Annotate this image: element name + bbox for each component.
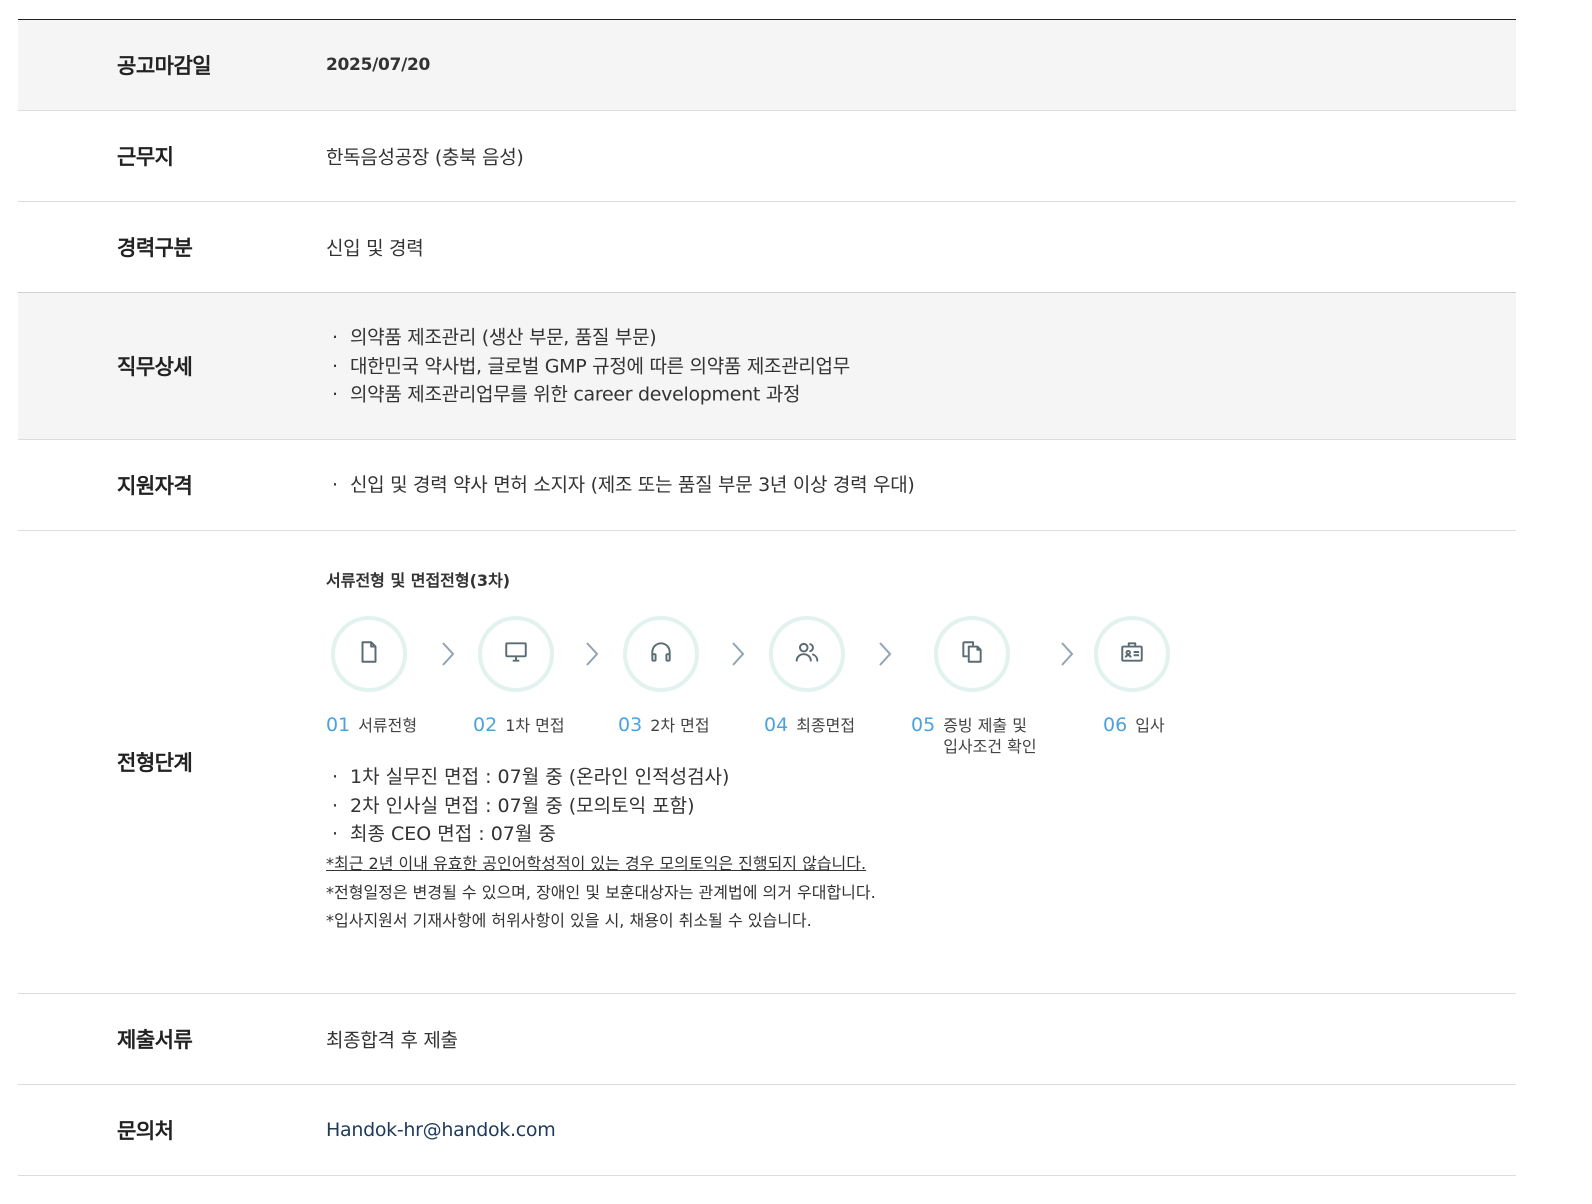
step-number: 01 <box>326 714 351 736</box>
row-documents: 제출서류 최종합격 후 제출 <box>18 994 1516 1085</box>
step-circle <box>1094 616 1170 692</box>
monitor-icon <box>503 639 529 669</box>
step-circle <box>934 616 1010 692</box>
step-circle <box>623 616 699 692</box>
row-label: 경력구분 <box>117 236 193 260</box>
row-duties: 직무상세 의약품 제조관리 (생산 부문, 품질 부문) 대한민국 약사법, 글… <box>18 293 1516 440</box>
job-info-table: 공고마감일 2025/07/20 근무지 한독음성공장 (충북 음성) 경력구분… <box>18 19 1516 1176</box>
row-label: 전형단계 <box>117 751 193 775</box>
people-icon <box>794 639 820 669</box>
step-number: 02 <box>473 714 498 736</box>
chevron-right-icon <box>442 642 455 666</box>
chevron-right-icon <box>1061 642 1074 666</box>
step-label: 02 1차 면접 <box>473 714 565 736</box>
step-text: 2차 면접 <box>650 716 710 735</box>
row-label: 제출서류 <box>117 1028 193 1052</box>
step-text-line: 증빙 제출 및 <box>943 716 1027 735</box>
list-item: 최종 CEO 면접 : 07월 중 <box>326 820 729 849</box>
step-label: 01 서류전형 <box>326 714 417 736</box>
duties-list: 의약품 제조관리 (생산 부문, 품질 부문) 대한민국 약사법, 글로벌 GM… <box>326 323 850 409</box>
step-text: 서류전형 <box>358 716 418 735</box>
step-number: 04 <box>764 714 789 736</box>
step-text: 증빙 제출 및입사조건 확인 <box>943 714 1036 757</box>
list-item: 의약품 제조관리 (생산 부문, 품질 부문) <box>326 323 850 352</box>
step-label: 05 증빙 제출 및입사조건 확인 <box>911 714 1037 757</box>
row-deadline: 공고마감일 2025/07/20 <box>18 20 1516 111</box>
step-text: 최종면접 <box>796 716 856 735</box>
deadline-value: 2025/07/20 <box>326 55 431 75</box>
list-item: 2차 인사실 면접 : 07월 중 (모의토익 포함) <box>326 792 729 821</box>
process-title: 서류전형 및 면접전형(3차) <box>326 571 511 590</box>
note-text: *입사지원서 기재사항에 허위사항이 있을 시, 채용이 취소될 수 있습니다. <box>326 911 812 930</box>
row-label: 공고마감일 <box>117 54 212 78</box>
chevron-right-icon <box>879 642 892 666</box>
headset-icon <box>648 639 674 669</box>
step-text-line: 입사조건 확인 <box>943 737 1037 756</box>
process-notes: *최근 2년 이내 유효한 공인어학성적이 있는 경우 모의토익은 진행되지 않… <box>326 850 876 936</box>
documents-value: 최종합격 후 제출 <box>326 1029 458 1052</box>
list-item: 대한민국 약사법, 글로벌 GMP 규정에 따른 의약품 제조관리업무 <box>326 352 850 381</box>
step-label: 04 최종면접 <box>764 714 855 736</box>
chevron-right-icon <box>586 642 599 666</box>
row-label: 지원자격 <box>117 474 193 498</box>
step-number: 06 <box>1103 714 1128 736</box>
step-label: 06 입사 <box>1103 714 1165 736</box>
row-qualification: 지원자격 신입 및 경력 약사 면허 소지자 (제조 또는 품질 부문 3년 이… <box>18 440 1516 531</box>
row-process: 전형단계 서류전형 및 면접전형(3차) 01 서류전형 02 1차 면접 03… <box>18 531 1516 994</box>
copy-documents-icon <box>959 639 985 669</box>
step-circle <box>331 616 407 692</box>
step-label: 03 2차 면접 <box>618 714 710 736</box>
location-value: 한독음성공장 (충북 음성) <box>326 146 524 169</box>
id-card-icon <box>1119 639 1145 669</box>
list-item: 1차 실무진 면접 : 07월 중 (온라인 인적성검사) <box>326 763 729 792</box>
document-icon <box>356 639 382 669</box>
step-number: 03 <box>618 714 643 736</box>
career-value: 신입 및 경력 <box>326 237 424 260</box>
process-schedule-list: 1차 실무진 면접 : 07월 중 (온라인 인적성검사) 2차 인사실 면접 … <box>326 763 729 849</box>
step-text: 입사 <box>1135 716 1165 735</box>
step-circle <box>478 616 554 692</box>
row-contact: 문의처 Handok-hr@handok.com <box>18 1085 1516 1176</box>
row-label: 문의처 <box>117 1119 174 1143</box>
note-text: *전형일정은 변경될 수 있으며, 장애인 및 보훈대상자는 관계법에 의거 우… <box>326 882 876 902</box>
row-label: 근무지 <box>117 145 174 169</box>
list-item: 의약품 제조관리업무를 위한 career development 과정 <box>326 380 850 409</box>
step-text: 1차 면접 <box>505 716 565 735</box>
row-location: 근무지 한독음성공장 (충북 음성) <box>18 111 1516 202</box>
contact-email-link[interactable]: Handok-hr@handok.com <box>326 1119 556 1141</box>
step-number: 05 <box>911 714 936 736</box>
list-item: 신입 및 경력 약사 면허 소지자 (제조 또는 품질 부문 3년 이상 경력 … <box>326 471 915 500</box>
chevron-right-icon <box>732 642 745 666</box>
step-circle <box>769 616 845 692</box>
qualification-list: 신입 및 경력 약사 면허 소지자 (제조 또는 품질 부문 3년 이상 경력 … <box>326 471 915 500</box>
note-text: *최근 2년 이내 유효한 공인어학성적이 있는 경우 모의토익은 진행되지 않… <box>326 854 867 873</box>
row-career: 경력구분 신입 및 경력 <box>18 202 1516 293</box>
row-label: 직무상세 <box>117 355 193 379</box>
